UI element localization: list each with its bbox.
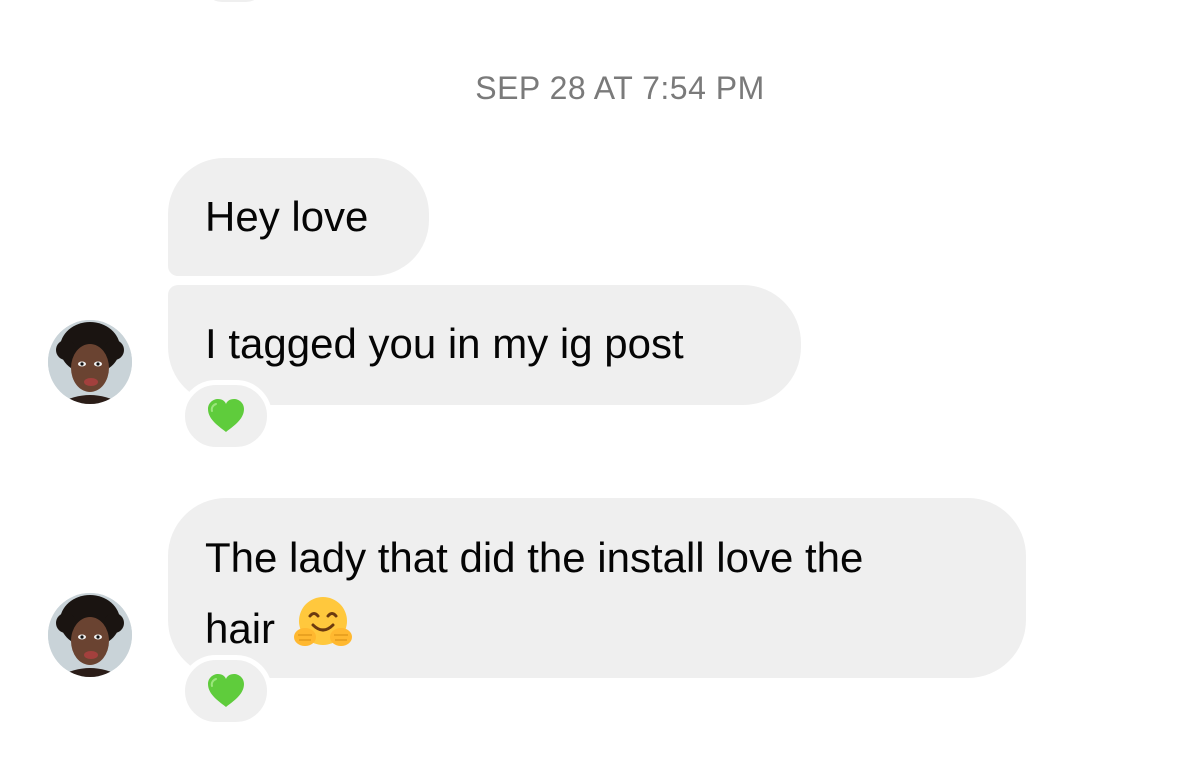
- message-bubble[interactable]: The lady that did the install love the h…: [168, 498, 1026, 678]
- message-text: Hey love: [205, 193, 369, 240]
- reaction-badge[interactable]: [180, 380, 272, 452]
- message-bubble[interactable]: Hey love: [168, 158, 429, 276]
- message-text-line-1: The lady that did the install love the: [205, 534, 864, 581]
- avatar-image: [48, 320, 132, 404]
- message-timestamp: SEP 28 AT 7:54 PM: [475, 70, 765, 106]
- green-heart-icon: [208, 674, 244, 707]
- avatar[interactable]: [48, 320, 132, 404]
- message-bubble[interactable]: I tagged you in my ig post: [168, 285, 801, 405]
- message-text: I tagged you in my ig post: [205, 320, 684, 367]
- green-heart-icon: [208, 399, 244, 432]
- avatar-image: [48, 593, 132, 677]
- message-text-line-2-wrap: hair: [205, 587, 986, 658]
- avatar[interactable]: [48, 593, 132, 677]
- message-text-line-2: hair: [205, 605, 276, 652]
- reaction-badge[interactable]: [180, 655, 272, 727]
- previous-message-bubble: [204, 0, 264, 2]
- hugging-face-emoji-icon: [293, 597, 352, 646]
